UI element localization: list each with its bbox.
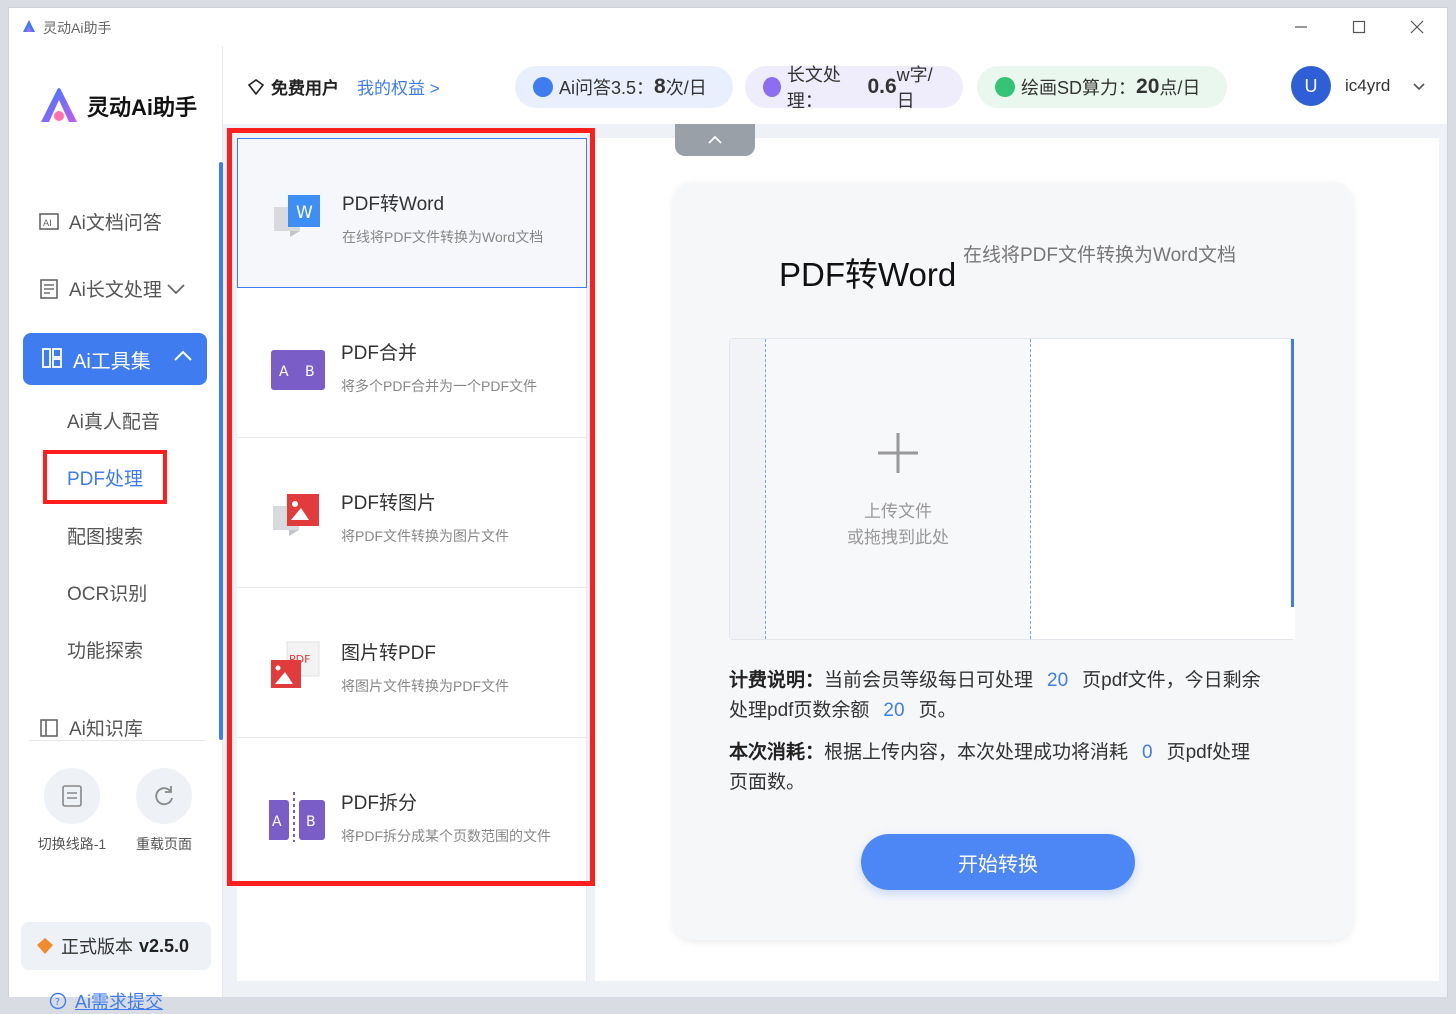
quota-longtext-label: 长文处理： (786, 65, 841, 111)
quota-qa-label: Ai问答3.5： (559, 78, 655, 98)
logo: 灵动Ai助手 (37, 86, 197, 126)
quota-sd-unit: 点/日 (1159, 78, 1201, 98)
svg-text:AI: AI (43, 219, 52, 229)
sidebar-sub-ocr[interactable]: OCR识别 (67, 579, 147, 606)
switch-line-button[interactable]: 切换线路-1 (27, 768, 117, 854)
quota-longtext: 长文处理： 0.6 w字/日 (745, 65, 963, 111)
app-logo-icon (23, 20, 35, 32)
feedback-link[interactable]: ? Ai需求提交 (49, 988, 163, 1014)
close-button[interactable] (1397, 14, 1437, 40)
start-convert-button[interactable]: 开始转换 (861, 834, 1135, 890)
chevron-down-icon[interactable] (1413, 82, 1425, 92)
upload-text: 上传文件 (864, 502, 932, 521)
quota-longtext-value: 0.6 (867, 75, 897, 98)
reload-circle (136, 768, 192, 824)
consume-label: 本次消耗： (729, 742, 825, 763)
username[interactable]: ic4yrd (1345, 76, 1390, 96)
document-icon (763, 77, 781, 97)
reload-button[interactable]: 重载页面 (119, 768, 209, 854)
sidebar-item-long-text[interactable]: Ai长文处理 (37, 275, 186, 302)
top-header: 免费用户 我的权益 > Ai问答3.5： 8 次/日 长文处理： 0.6 w字/… (223, 46, 1447, 124)
quota-longtext-unit: w字/日 (896, 65, 933, 111)
sidebar-sub-explore[interactable]: 功能探索 (67, 636, 143, 663)
refresh-icon (155, 786, 173, 806)
page-title: PDF转Word (779, 256, 957, 293)
app-window: 灵动Ai助手 灵动Ai助手 AI Ai文档问答 Ai长文处理 Ai工具集 Ai真… (8, 7, 1448, 1012)
quota-qa-value: 8 (654, 75, 666, 98)
pdf-highlight-box (43, 450, 167, 504)
page-subtitle: 在线将PDF文件转换为Word文档 (963, 245, 1237, 266)
user-type: 免费用户 (247, 74, 339, 99)
vip-icon (247, 78, 265, 95)
switch-icon (62, 785, 82, 807)
palette-icon (995, 77, 1015, 97)
title-bar: 灵动Ai助手 (9, 8, 1447, 46)
close-icon (1410, 20, 1424, 34)
book-icon (37, 716, 61, 740)
avatar[interactable]: U (1291, 66, 1331, 106)
sidebar-item-ai-tools[interactable]: Ai工具集 (23, 333, 207, 385)
plus-icon (878, 433, 918, 473)
maximize-icon (1352, 20, 1366, 34)
chevron-up-icon (708, 135, 722, 144)
reload-label: 重载页面 (136, 836, 192, 852)
sidebar-item-knowledge[interactable]: Ai知识库 (37, 714, 143, 741)
convert-card: PDF转Word 在线将PDF文件转换为Word文档 上传文件 或拖拽到此处 计… (673, 182, 1353, 940)
consume-text: 根据上传内容，本次处理成功将消耗 (824, 742, 1129, 763)
minimize-icon (1295, 26, 1307, 28)
sidebar-sub-image-search[interactable]: 配图搜索 (67, 522, 143, 549)
quota-qa: Ai问答3.5： 8 次/日 (515, 66, 733, 108)
dropzone-left-column (730, 339, 766, 639)
quota-qa-unit: 次/日 (665, 78, 707, 98)
dropzone-scrollbar[interactable] (1291, 339, 1294, 607)
upload-dropzone[interactable]: 上传文件 或拖拽到此处 (729, 338, 1295, 640)
window-title: 灵动Ai助手 (43, 20, 112, 36)
consume-pages: 0 (1142, 742, 1153, 763)
quota-sd: 绘画SD算力： 20 点/日 (977, 66, 1227, 108)
svg-text:?: ? (55, 997, 60, 1008)
billing-text: 当前会员等级每日可处理 (824, 670, 1034, 691)
sidebar-item-label: Ai知识库 (69, 719, 143, 740)
sidebar-item-label: Ai长文处理 (69, 280, 162, 301)
consume-info: 本次消耗：根据上传内容，本次处理成功将消耗 0 页pdf处理页面数。 (729, 738, 1269, 798)
billing-info: 计费说明：当前会员等级每日可处理 20 页pdf文件，今日剩余处理pdf页数余额 20… (729, 666, 1269, 726)
collapse-toggle[interactable] (675, 124, 755, 156)
grid-icon (41, 347, 65, 371)
logo-text: 灵动Ai助手 (87, 95, 198, 120)
chevron-up-icon (174, 350, 192, 361)
billing-remaining-pages: 20 (883, 700, 905, 721)
user-type-label: 免费用户 (271, 79, 339, 98)
chevron-down-icon (167, 283, 185, 294)
long-text-icon (37, 277, 61, 301)
drag-text: 或拖拽到此处 (847, 528, 949, 547)
diamond-icon (37, 938, 53, 954)
doc-qa-icon: AI (37, 210, 61, 234)
sidebar-item-label: Ai工具集 (73, 350, 151, 373)
sidebar: 灵动Ai助手 AI Ai文档问答 Ai长文处理 Ai工具集 Ai真人配音 PDF… (9, 46, 223, 1012)
billing-text: 页。 (918, 700, 957, 721)
switch-line-circle (44, 768, 100, 824)
my-rights-link[interactable]: 我的权益 > (357, 74, 440, 99)
chat-icon (533, 77, 553, 97)
tool-list-highlight-box (227, 128, 595, 886)
version-badge: 正式版本 v2.5.0 (21, 922, 211, 970)
help-icon: ? (49, 992, 67, 1010)
version-label: 正式版本 (61, 937, 133, 957)
billing-label: 计费说明： (729, 670, 825, 691)
sidebar-item-doc-qa[interactable]: AI Ai文档问答 (37, 208, 162, 235)
quota-sd-label: 绘画SD算力： (1021, 78, 1137, 98)
logo-mark-icon (41, 88, 77, 122)
billing-daily-pages: 20 (1047, 670, 1069, 691)
feedback-label: Ai需求提交 (75, 992, 164, 1012)
minimize-button[interactable] (1281, 14, 1321, 40)
quota-sd-value: 20 (1136, 75, 1160, 98)
maximize-button[interactable] (1339, 14, 1379, 40)
sidebar-sub-voice[interactable]: Ai真人配音 (67, 407, 160, 434)
sidebar-divider (29, 740, 205, 741)
version-number: v2.5.0 (139, 935, 190, 956)
sidebar-item-label: Ai文档问答 (69, 213, 162, 234)
switch-line-label: 切换线路-1 (37, 836, 107, 852)
dropzone-right-area (1031, 339, 1295, 639)
